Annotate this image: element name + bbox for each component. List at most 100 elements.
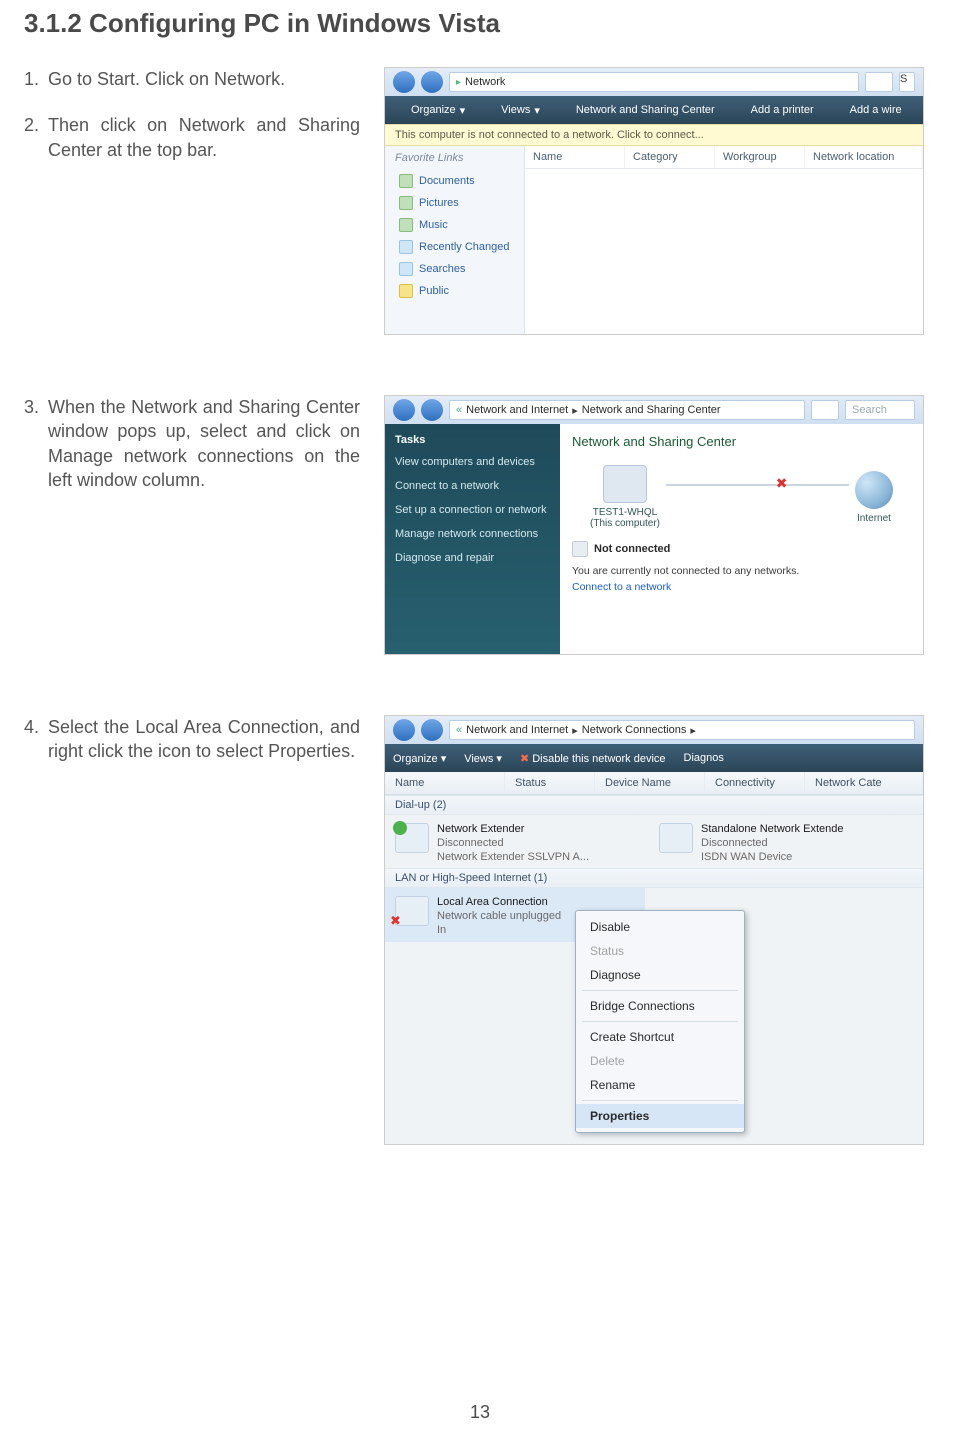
conn-name: Network Extender bbox=[437, 823, 589, 837]
context-menu: Disable Status Diagnose Bridge Connectio… bbox=[575, 910, 745, 1133]
col-device[interactable]: Device Name bbox=[595, 772, 705, 794]
info-strip[interactable]: This computer is not connected to a netw… bbox=[385, 124, 923, 146]
node-pc-name: TEST1-WHQL bbox=[590, 507, 660, 518]
fav-searches[interactable]: Searches bbox=[385, 258, 524, 280]
task-set-up-connection[interactable]: Set up a connection or network bbox=[395, 504, 550, 516]
task-view-computers[interactable]: View computers and devices bbox=[395, 456, 550, 468]
col-netloc[interactable]: Network location bbox=[805, 146, 923, 168]
toolbar-add-printer[interactable]: Add a printer bbox=[733, 103, 814, 117]
address-bar[interactable]: « Network and Internet ▸ Network Connect… bbox=[449, 720, 915, 740]
breadcrumb-network[interactable]: Network bbox=[465, 76, 505, 88]
search-field[interactable]: Search bbox=[845, 400, 915, 420]
step-3: 3.When the Network and Sharing Center wi… bbox=[24, 395, 360, 492]
address-bar[interactable]: ▸ Network bbox=[449, 72, 859, 92]
toolbar: Organize ▾ Views ▾ Network and Sharing C… bbox=[385, 96, 923, 124]
conn-name: Standalone Network Extende bbox=[701, 823, 843, 837]
ctx-divider bbox=[582, 1021, 738, 1022]
ctx-disable[interactable]: Disable bbox=[576, 915, 744, 939]
refresh-button[interactable] bbox=[811, 400, 839, 420]
disconnected-line-icon bbox=[666, 484, 849, 486]
screenshot-network-window: ▸ Network S Organize ▾ Views ▾ Network a… bbox=[384, 67, 924, 335]
nav-back-icon[interactable] bbox=[393, 719, 415, 741]
breadcrumb-net-internet[interactable]: Network and Internet bbox=[466, 724, 568, 736]
ctx-diagnose[interactable]: Diagnose bbox=[576, 963, 744, 987]
node-internet: Internet bbox=[855, 471, 893, 524]
ok-badge-icon bbox=[393, 821, 407, 835]
fav-music[interactable]: Music bbox=[385, 214, 524, 236]
network-status-icon bbox=[572, 541, 588, 557]
ctx-rename[interactable]: Rename bbox=[576, 1073, 744, 1097]
task-connect-network[interactable]: Connect to a network bbox=[395, 480, 550, 492]
conn-device: In bbox=[437, 924, 561, 938]
titlebar: « Network and Internet ▸ Network and Sha… bbox=[385, 396, 923, 424]
group-dialup[interactable]: Dial-up (2) bbox=[385, 795, 923, 815]
toolbar-add-wireless[interactable]: Add a wire bbox=[832, 103, 902, 117]
task-diagnose-repair[interactable]: Diagnose and repair bbox=[395, 552, 550, 564]
globe-icon bbox=[855, 471, 893, 509]
col-category[interactable]: Category bbox=[625, 146, 715, 168]
toolbar-disable[interactable]: ✖ Disable this network device bbox=[520, 752, 666, 765]
fav-public[interactable]: Public bbox=[385, 280, 524, 302]
address-bar[interactable]: « Network and Internet ▸ Network and Sha… bbox=[449, 400, 805, 420]
fav-documents[interactable]: Documents bbox=[385, 170, 524, 192]
col-name[interactable]: Name bbox=[525, 146, 625, 168]
toolbar-organize[interactable]: Organize ▾ bbox=[393, 103, 465, 117]
toolbar-views[interactable]: Views ▾ bbox=[483, 103, 540, 117]
not-connected-label: Not connected bbox=[594, 543, 670, 555]
ctx-bridge[interactable]: Bridge Connections bbox=[576, 994, 744, 1018]
node-this-pc: TEST1-WHQL (This computer) bbox=[590, 465, 660, 529]
conn-status: Disconnected bbox=[701, 837, 843, 851]
col-category[interactable]: Network Cate bbox=[805, 772, 923, 794]
titlebar: « Network and Internet ▸ Network Connect… bbox=[385, 716, 923, 744]
computer-icon bbox=[603, 465, 647, 503]
nsc-title: Network and Sharing Center bbox=[560, 424, 923, 455]
nav-forward-icon[interactable] bbox=[421, 399, 443, 421]
page-number: 13 bbox=[0, 1402, 960, 1423]
wireless-icon bbox=[832, 103, 846, 117]
list-headers: Name Category Workgroup Network location bbox=[525, 146, 923, 169]
nsc-icon bbox=[558, 103, 572, 117]
col-name[interactable]: Name bbox=[385, 772, 505, 794]
nav-back-icon[interactable] bbox=[393, 71, 415, 93]
step-1-text: Go to Start. Click on Network. bbox=[48, 67, 285, 91]
nic-icon: ✖ bbox=[395, 896, 429, 926]
node-internet-label: Internet bbox=[855, 513, 893, 524]
group-lan[interactable]: LAN or High-Speed Internet (1) bbox=[385, 868, 923, 888]
conn-standalone-extender[interactable]: Standalone Network Extende Disconnected … bbox=[659, 823, 913, 864]
toolbar-nsc[interactable]: Network and Sharing Center bbox=[558, 103, 715, 117]
x-icon: ✖ bbox=[520, 753, 529, 765]
fav-recently-changed[interactable]: Recently Changed bbox=[385, 236, 524, 258]
section-title: 3.1.2 Configuring PC in Windows Vista bbox=[24, 8, 936, 39]
search-folder-icon bbox=[399, 240, 413, 254]
col-workgroup[interactable]: Workgroup bbox=[715, 146, 805, 168]
breadcrumb-nsc[interactable]: Network and Sharing Center bbox=[582, 404, 721, 416]
col-connectivity[interactable]: Connectivity bbox=[705, 772, 805, 794]
printer-icon bbox=[733, 103, 747, 117]
conn-network-extender[interactable]: Network Extender Disconnected Network Ex… bbox=[395, 823, 649, 864]
conn-name: Local Area Connection bbox=[437, 896, 561, 910]
main-column: Network and Sharing Center TEST1-WHQL (T… bbox=[560, 424, 923, 655]
breadcrumb-net-connections[interactable]: Network Connections bbox=[582, 724, 687, 736]
step-4: 4.Select the Local Area Connection, and … bbox=[24, 715, 360, 764]
nav-back-icon[interactable] bbox=[393, 399, 415, 421]
refresh-button[interactable] bbox=[865, 72, 893, 92]
step-4-text: Select the Local Area Connection, and ri… bbox=[48, 715, 360, 764]
nav-forward-icon[interactable] bbox=[421, 71, 443, 93]
task-manage-connections[interactable]: Manage network connections bbox=[395, 528, 550, 540]
ctx-create-shortcut[interactable]: Create Shortcut bbox=[576, 1025, 744, 1049]
block-step-3: 3.When the Network and Sharing Center wi… bbox=[24, 395, 936, 655]
network-diagram: TEST1-WHQL (This computer) Internet bbox=[560, 455, 923, 535]
col-status[interactable]: Status bbox=[505, 772, 595, 794]
breadcrumb-net-internet[interactable]: Network and Internet bbox=[466, 404, 568, 416]
step-2: 2.Then click on Network and Sharing Cent… bbox=[24, 113, 360, 162]
nav-forward-icon[interactable] bbox=[421, 719, 443, 741]
fav-pictures[interactable]: Pictures bbox=[385, 192, 524, 214]
titlebar: ▸ Network S bbox=[385, 68, 923, 96]
toolbar-views[interactable]: Views ▾ bbox=[464, 752, 502, 765]
breadcrumb-back-chevron-icon: « bbox=[456, 404, 462, 416]
toolbar-diagnose[interactable]: Diagnos bbox=[684, 752, 724, 764]
ctx-properties[interactable]: Properties bbox=[576, 1104, 744, 1128]
toolbar-organize[interactable]: Organize ▾ bbox=[393, 752, 446, 765]
search-field[interactable]: S bbox=[899, 72, 915, 92]
connect-link[interactable]: Connect to a network bbox=[560, 579, 923, 595]
